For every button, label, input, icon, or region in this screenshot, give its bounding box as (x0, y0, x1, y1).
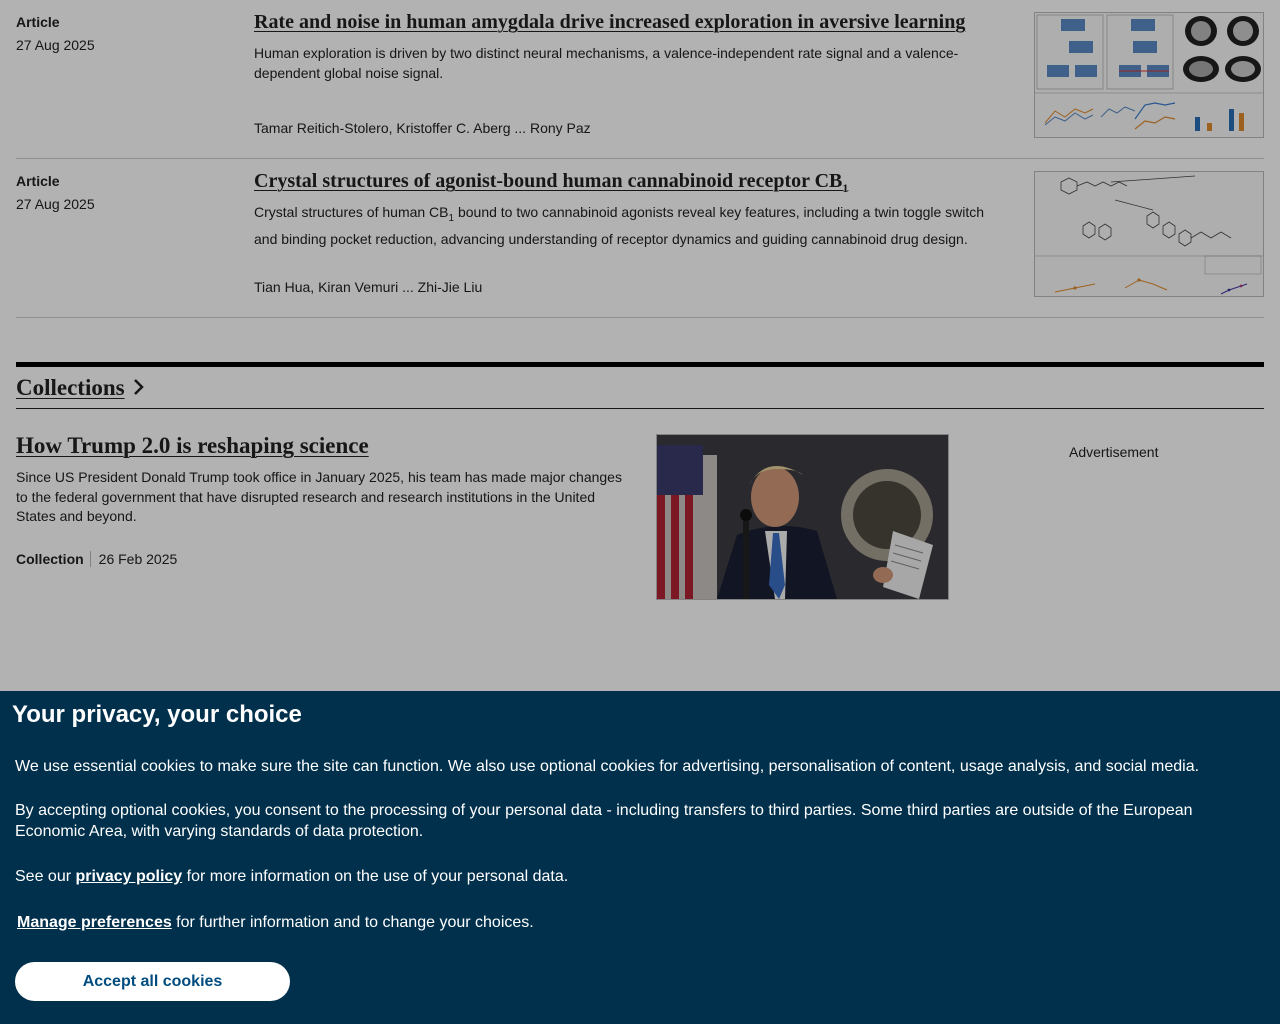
privacy-text-pre: See our (15, 868, 76, 885)
cookie-banner: Your privacy, your choice We use essenti… (0, 691, 1280, 1024)
cookie-banner-title: Your privacy, your choice (12, 701, 302, 728)
privacy-text-post: for more information on the use of your … (182, 868, 569, 885)
manage-preferences-button[interactable]: Manage preferences (17, 914, 172, 931)
accept-all-cookies-button[interactable]: Accept all cookies (15, 962, 290, 1001)
cookie-banner-privacy-text: See our privacy policy for more informat… (15, 866, 1245, 887)
page: Article 27 Aug 2025 Rate and noise in hu… (0, 0, 1280, 1024)
cookie-banner-text: By accepting optional cookies, you conse… (15, 802, 1193, 840)
manage-text-post: for further information and to change yo… (171, 914, 534, 931)
cookie-banner-manage-text: Manage preferences for further informati… (15, 912, 1245, 933)
cookie-banner-text: We use essential cookies to make sure th… (15, 758, 1200, 775)
privacy-policy-link[interactable]: privacy policy (75, 868, 182, 885)
